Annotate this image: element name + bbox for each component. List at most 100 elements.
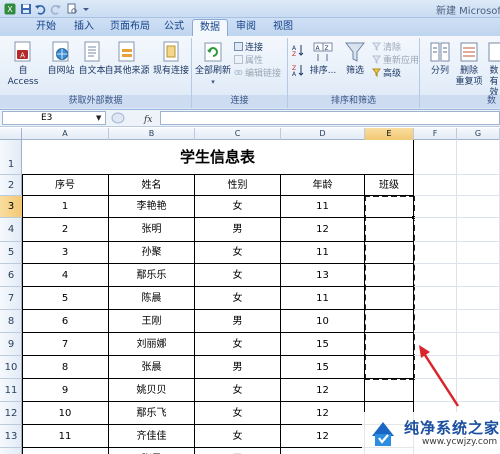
cell-b2[interactable]: 姓名 [109,175,195,196]
connections-button[interactable]: 连接 [234,42,263,53]
cell-d6[interactable]: 13 [281,264,365,287]
cell-f6[interactable] [414,264,457,287]
row-header-3[interactable]: 3 [0,196,22,218]
column-header-g[interactable]: G [457,128,500,140]
column-header-e[interactable]: E [365,128,414,140]
cell-d10[interactable]: 15 [281,356,365,379]
tab-view[interactable]: 视图 [266,19,300,36]
cell-a7[interactable]: 5 [22,287,109,310]
cell-d8[interactable]: 10 [281,310,365,333]
column-header-f[interactable]: F [414,128,457,140]
name-box[interactable]: E3 [2,111,106,125]
row-header-5[interactable]: 5 [0,242,22,264]
cell-e4[interactable] [365,218,414,242]
cell-g2[interactable] [457,175,500,196]
remove-duplicates-button[interactable]: 删除 重复项 [454,40,484,88]
row-header-13[interactable]: 13 [0,425,22,448]
customize-toolbar-icon[interactable] [80,3,92,15]
from-other-sources-button[interactable]: 自其他来源 [104,40,150,77]
redo-icon[interactable] [50,3,62,15]
cell-d2[interactable]: 年龄 [281,175,365,196]
cell-d3[interactable]: 11 [281,196,365,218]
reapply-button[interactable]: 重新应用 [372,55,419,66]
tab-insert[interactable]: 插入 [66,19,102,36]
cell-d9[interactable]: 15 [281,333,365,356]
cell-a12[interactable]: 10 [22,402,109,425]
row-header-12[interactable]: 12 [0,402,22,425]
advanced-filter-button[interactable]: 高级 [372,68,401,79]
clear-filter-button[interactable]: 清除 [372,42,401,53]
row-header-6[interactable]: 6 [0,264,22,287]
insert-function-icon[interactable]: fx [110,111,160,125]
cell-g6[interactable] [457,264,500,287]
cell-c8[interactable]: 男 [195,310,281,333]
tab-page-layout[interactable]: 页面布局 [104,19,156,36]
cell-a6[interactable]: 4 [22,264,109,287]
from-web-button[interactable]: 自网站 [44,40,78,77]
cell-b12[interactable]: 鄢乐飞 [109,402,195,425]
cell-a5[interactable]: 3 [22,242,109,264]
cell-a9[interactable]: 7 [22,333,109,356]
tab-formulas[interactable]: 公式 [158,19,190,36]
cell-f8[interactable] [414,310,457,333]
sort-button[interactable]: AZ 排序... [306,40,340,77]
cell-c6[interactable]: 女 [195,264,281,287]
cell-d13[interactable]: 12 [281,425,365,448]
cell-f11[interactable] [414,379,457,402]
row-header-10[interactable]: 10 [0,356,22,379]
excel-logo-icon[interactable]: X [4,3,16,15]
cell-e10[interactable] [365,356,414,379]
cell-b4[interactable]: 张明 [109,218,195,242]
cell-g3[interactable] [457,196,500,218]
cell-e8[interactable] [365,310,414,333]
cell-c4[interactable]: 男 [195,218,281,242]
tab-review[interactable]: 审阅 [230,19,262,36]
cell-e9[interactable] [365,333,414,356]
tab-home[interactable]: 开始 [28,19,64,36]
cell-f3[interactable] [414,196,457,218]
cell-c14[interactable]: 男 [195,448,281,454]
cell-a2[interactable]: 序号 [22,175,109,196]
cell-b13[interactable]: 齐佳佳 [109,425,195,448]
undo-icon[interactable] [34,3,46,15]
edit-links-button[interactable]: 编辑链接 [234,68,281,79]
row-header-4[interactable]: 4 [0,218,22,242]
row-header-8[interactable]: 8 [0,310,22,333]
column-header-c[interactable]: C [195,128,281,140]
cell-g9[interactable] [457,333,500,356]
cell-b7[interactable]: 陈晨 [109,287,195,310]
tab-data[interactable]: 数据 [192,19,228,36]
name-box-dropdown-icon[interactable]: ▼ [96,114,101,122]
row-header-7[interactable]: 7 [0,287,22,310]
cell-f10[interactable] [414,356,457,379]
cell-g10[interactable] [457,356,500,379]
cell-a11[interactable]: 9 [22,379,109,402]
cell-f9[interactable] [414,333,457,356]
cell-c9[interactable]: 女 [195,333,281,356]
cell-c11[interactable]: 女 [195,379,281,402]
cell-d12[interactable]: 12 [281,402,365,425]
cell-f1[interactable] [414,140,457,175]
cell-f4[interactable] [414,218,457,242]
cell-g11[interactable] [457,379,500,402]
from-access-button[interactable]: A 自 Access [2,40,44,88]
cell-c12[interactable]: 女 [195,402,281,425]
refresh-dropdown-icon[interactable]: ▾ [194,77,232,88]
refresh-all-button[interactable]: 全部刷新 ▾ [194,40,232,88]
cell-a4[interactable]: 2 [22,218,109,242]
row-header-11[interactable]: 11 [0,379,22,402]
cell-b6[interactable]: 鄢乐乐 [109,264,195,287]
cell-b11[interactable]: 姚贝贝 [109,379,195,402]
cell-b9[interactable]: 刘丽娜 [109,333,195,356]
sheet-title[interactable]: 学生信息表 [22,140,414,175]
cell-g4[interactable] [457,218,500,242]
cell-d4[interactable]: 12 [281,218,365,242]
cell-e7[interactable] [365,287,414,310]
save-icon[interactable] [20,3,32,15]
sort-ascending-icon[interactable]: AZ [292,44,304,56]
cell-e2[interactable]: 班级 [365,175,414,196]
column-header-a[interactable]: A [22,128,109,140]
filter-button[interactable]: 筛选 [340,40,370,77]
cell-g1[interactable] [457,140,500,175]
cell-e3[interactable] [365,196,414,218]
